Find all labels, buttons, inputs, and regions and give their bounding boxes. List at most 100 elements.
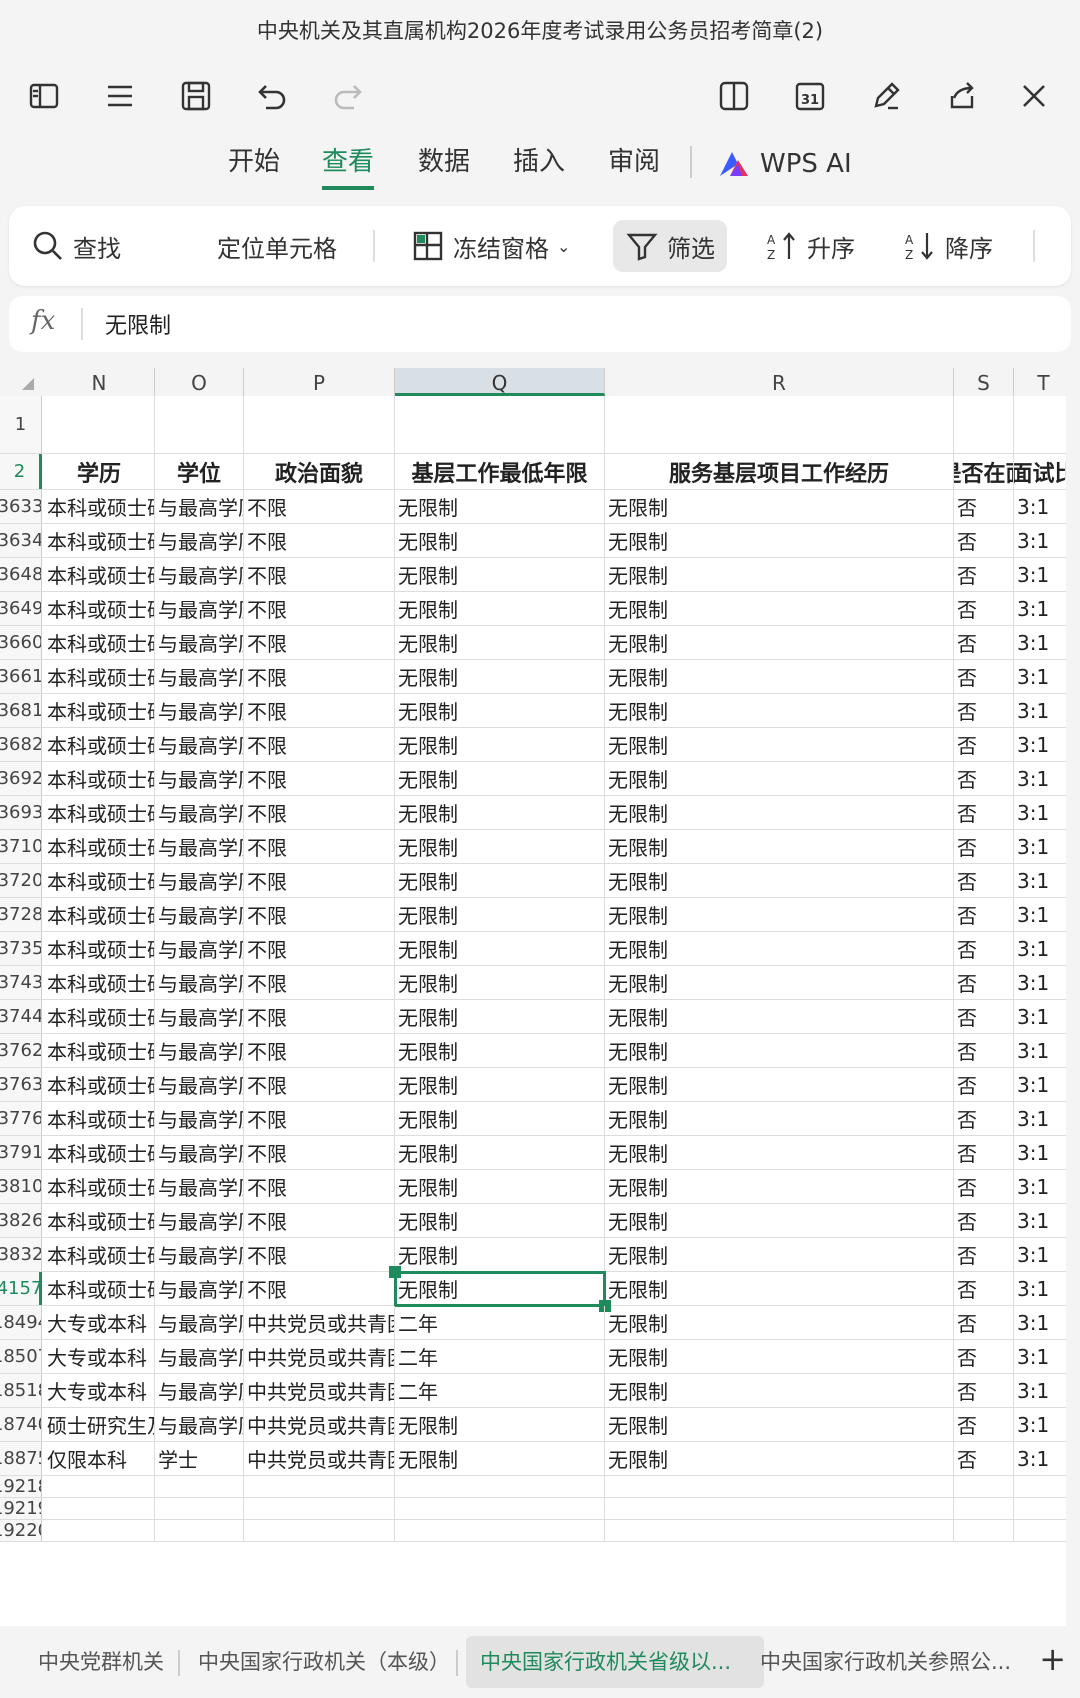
table-cell[interactable] — [1014, 396, 1066, 453]
row-number[interactable]: 3743 — [0, 966, 42, 999]
table-cell[interactable]: 否 — [954, 1136, 1014, 1169]
table-cell[interactable]: 3:1 — [1014, 966, 1066, 999]
row-number[interactable]: 3791 — [0, 1136, 42, 1169]
table-row[interactable]: 3810本科或硕士研与最高学历不限无限制无限制否3:1 — [0, 1170, 1066, 1204]
table-cell[interactable] — [1014, 1498, 1066, 1519]
row-number[interactable]: 19220 — [0, 1520, 42, 1541]
table-cell[interactable]: 与最高学历 — [155, 1000, 244, 1033]
select-all-corner[interactable] — [22, 378, 34, 390]
table-cell[interactable]: 不限 — [244, 1034, 395, 1067]
table-row[interactable]: 18494大专或本科与最高学历中共党员或共青团员二年无限制否3:1 — [0, 1306, 1066, 1340]
table-cell[interactable]: 与最高学历 — [155, 490, 244, 523]
header-cell[interactable]: 学历 — [44, 454, 155, 489]
table-cell[interactable]: 本科或硕士研 — [44, 898, 155, 931]
table-cell[interactable]: 本科或硕士研 — [44, 762, 155, 795]
table-cell[interactable]: 与最高学历 — [155, 966, 244, 999]
sheet-tab-3[interactable]: 中央国家行政机关省级以... — [466, 1636, 764, 1688]
table-row[interactable]: 3649本科或硕士研与最高学历不限无限制无限制否3:1 — [0, 592, 1066, 626]
table-cell[interactable]: 3:1 — [1014, 1340, 1066, 1373]
table-cell[interactable]: 学士 — [155, 1442, 244, 1475]
table-row[interactable]: 3791本科或硕士研与最高学历不限无限制无限制否3:1 — [0, 1136, 1066, 1170]
row-number[interactable]: 18875 — [0, 1442, 42, 1475]
row-number[interactable]: 3681 — [0, 694, 42, 727]
row-number[interactable]: 3728 — [0, 898, 42, 931]
table-cell[interactable]: 本科或硕士研 — [44, 490, 155, 523]
row-number[interactable]: 19218 — [0, 1476, 42, 1497]
formula-bar[interactable]: fx 无限制 — [9, 296, 1071, 352]
table-cell[interactable]: 否 — [954, 1374, 1014, 1407]
column-header-s[interactable]: S — [954, 368, 1014, 396]
table-cell[interactable]: 本科或硕士研 — [44, 660, 155, 693]
table-row[interactable]: 18740硕士研究生及与最高学历中共党员或共青团员无限制无限制否3:1 — [0, 1408, 1066, 1442]
table-cell[interactable]: 3:1 — [1014, 592, 1066, 625]
table-cell[interactable]: 本科或硕士研 — [44, 830, 155, 863]
table-cell[interactable] — [395, 396, 605, 453]
table-cell[interactable]: 否 — [954, 796, 1014, 829]
table-row[interactable]: 3776本科或硕士研与最高学历不限无限制无限制否3:1 — [0, 1102, 1066, 1136]
table-cell[interactable]: 无限制 — [605, 660, 954, 693]
row-number[interactable]: 4157 — [0, 1272, 42, 1305]
close-icon[interactable] — [1004, 66, 1064, 126]
selection-handle-top-left[interactable] — [389, 1266, 401, 1278]
table-cell[interactable]: 无限制 — [395, 796, 605, 829]
table-cell[interactable]: 与最高学历 — [155, 1034, 244, 1067]
table-cell[interactable] — [1014, 1476, 1066, 1497]
table-row[interactable]: 18875仅限本科学士中共党员或共青团员无限制无限制否3:1 — [0, 1442, 1066, 1476]
tab-review[interactable]: 审阅 — [608, 142, 660, 186]
table-cell[interactable]: 否 — [954, 966, 1014, 999]
table-cell[interactable]: 与最高学历 — [155, 1238, 244, 1271]
table-cell[interactable]: 无限制 — [395, 1442, 605, 1475]
table-cell[interactable] — [44, 1520, 155, 1541]
table-cell[interactable]: 中共党员或共青团员 — [244, 1442, 395, 1475]
table-row[interactable]: 19219 — [0, 1498, 1066, 1520]
table-cell[interactable] — [395, 1520, 605, 1541]
table-cell[interactable]: 3:1 — [1014, 728, 1066, 761]
table-cell[interactable]: 中共党员或共青团员 — [244, 1340, 395, 1373]
table-cell[interactable]: 无限制 — [395, 898, 605, 931]
table-cell[interactable]: 否 — [954, 1068, 1014, 1101]
pen-icon[interactable] — [856, 66, 916, 126]
table-cell[interactable]: 否 — [954, 1000, 1014, 1033]
table-cell[interactable]: 无限制 — [605, 626, 954, 659]
calendar-icon[interactable]: 31 — [780, 66, 840, 126]
table-cell[interactable]: 本科或硕士研 — [44, 1034, 155, 1067]
row-number[interactable]: 18518 — [0, 1374, 42, 1407]
table-cell[interactable]: 与最高学历 — [155, 932, 244, 965]
table-cell[interactable]: 3:1 — [1014, 694, 1066, 727]
table-row[interactable]: 3634本科或硕士研与最高学历不限无限制无限制否3:1 — [0, 524, 1066, 558]
sheet-tab-4[interactable]: 中央国家行政机关参照公... — [746, 1636, 1052, 1688]
table-cell[interactable]: 无限制 — [395, 966, 605, 999]
column-header-t[interactable]: T — [1014, 368, 1066, 396]
table-cell[interactable]: 不限 — [244, 1136, 395, 1169]
row-number[interactable]: 3735 — [0, 932, 42, 965]
table-cell[interactable]: 大专或本科 — [44, 1340, 155, 1373]
table-cell[interactable]: 与最高学历 — [155, 1170, 244, 1203]
row-number[interactable]: 3763 — [0, 1068, 42, 1101]
row-number[interactable]: 3776 — [0, 1102, 42, 1135]
table-cell[interactable]: 仅限本科 — [44, 1442, 155, 1475]
table-cell[interactable] — [244, 1498, 395, 1519]
table-cell[interactable]: 本科或硕士研 — [44, 1204, 155, 1237]
menu-icon[interactable] — [90, 66, 150, 126]
table-cell[interactable]: 无限制 — [395, 1272, 605, 1305]
table-cell[interactable]: 无限制 — [395, 490, 605, 523]
table-cell[interactable]: 无限制 — [605, 1000, 954, 1033]
table-cell[interactable]: 不限 — [244, 1068, 395, 1101]
table-row[interactable]: 3692本科或硕士研与最高学历不限无限制无限制否3:1 — [0, 762, 1066, 796]
table-row[interactable]: 19220 — [0, 1520, 1066, 1542]
table-cell[interactable]: 无限制 — [395, 864, 605, 897]
row-number[interactable]: 3832 — [0, 1238, 42, 1271]
tab-wps-ai[interactable]: WPS AI — [716, 142, 852, 186]
table-cell[interactable]: 否 — [954, 1340, 1014, 1373]
table-cell[interactable]: 否 — [954, 660, 1014, 693]
table-cell[interactable]: 无限制 — [605, 694, 954, 727]
table-cell[interactable]: 3:1 — [1014, 1238, 1066, 1271]
tab-view[interactable]: 查看 — [322, 142, 375, 190]
table-cell[interactable]: 否 — [954, 1034, 1014, 1067]
table-cell[interactable]: 否 — [954, 626, 1014, 659]
table-cell[interactable] — [605, 1520, 954, 1541]
table-cell[interactable]: 否 — [954, 490, 1014, 523]
table-cell[interactable]: 不限 — [244, 1272, 395, 1305]
table-cell[interactable]: 无限制 — [605, 1102, 954, 1135]
table-cell[interactable]: 不限 — [244, 966, 395, 999]
